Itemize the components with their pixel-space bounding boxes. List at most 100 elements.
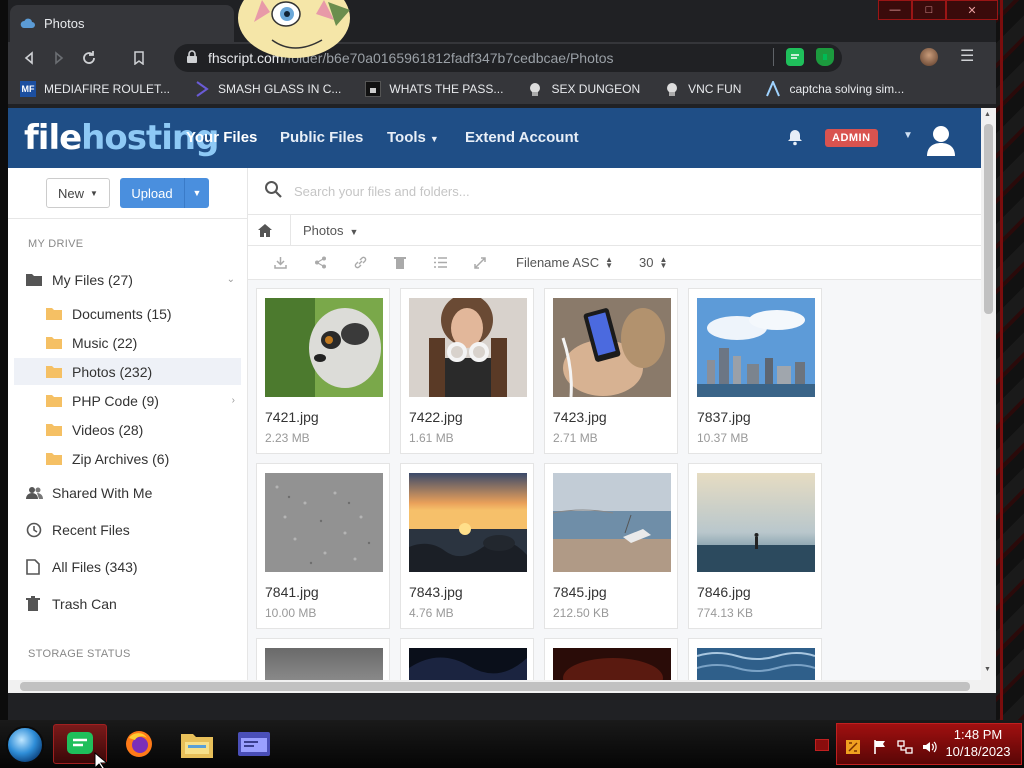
forward-icon[interactable] bbox=[44, 43, 74, 73]
file-thumbnail[interactable] bbox=[409, 648, 527, 680]
desktop-wallpaper bbox=[994, 0, 1024, 720]
sidebar-item-my-files[interactable]: My Files (27) ⌄ bbox=[14, 266, 241, 293]
sidebar-item-recent[interactable]: Recent Files bbox=[14, 516, 241, 543]
nav-extend-account[interactable]: Extend Account bbox=[465, 129, 579, 146]
taskbar-clock[interactable]: 1:48 PM 10/18/2023 bbox=[938, 726, 1018, 760]
folder-icon bbox=[46, 307, 66, 320]
bookmark-item[interactable]: SMASH GLASS IN C... bbox=[182, 81, 353, 97]
share-icon[interactable] bbox=[300, 256, 340, 269]
file-thumbnail[interactable] bbox=[265, 473, 383, 572]
network-icon[interactable] bbox=[897, 739, 913, 760]
delete-icon[interactable] bbox=[380, 256, 420, 269]
flag-icon[interactable] bbox=[873, 739, 887, 760]
chat-extension-icon[interactable] bbox=[786, 48, 804, 66]
sidebar-item-all-files[interactable]: All Files (343) bbox=[14, 553, 241, 580]
sort-select[interactable]: Filename ASC ▲ ▼ bbox=[516, 255, 613, 270]
maximize-button[interactable]: □ bbox=[912, 0, 946, 20]
file-thumbnail[interactable] bbox=[697, 648, 815, 680]
file-thumbnail[interactable] bbox=[697, 298, 815, 397]
file-card[interactable] bbox=[544, 638, 678, 680]
bookmark-item[interactable]: WHATS THE PASS... bbox=[353, 81, 515, 97]
sidebar-item-shared[interactable]: Shared With Me bbox=[14, 479, 241, 506]
new-button[interactable]: New ▼ bbox=[46, 178, 110, 208]
volume-icon[interactable] bbox=[921, 739, 937, 760]
minimize-button[interactable]: — bbox=[878, 0, 912, 20]
link-icon[interactable] bbox=[340, 256, 380, 269]
search-icon bbox=[264, 180, 282, 203]
file-thumbnail[interactable] bbox=[409, 473, 527, 572]
file-size: 4.76 MB bbox=[409, 606, 454, 620]
breadcrumb-current[interactable]: Photos ▼ bbox=[303, 223, 358, 238]
chevron-right-icon[interactable]: › bbox=[232, 395, 235, 406]
bookmark-item[interactable]: SEX DUNGEON bbox=[515, 81, 652, 97]
scroll-down-icon[interactable]: ▼ bbox=[984, 666, 991, 673]
shield-extension-icon[interactable] bbox=[816, 48, 834, 66]
scroll-up-icon[interactable]: ▲ bbox=[984, 111, 991, 118]
show-desktop-button[interactable] bbox=[815, 739, 829, 751]
close-button[interactable]: ✕ bbox=[946, 0, 998, 20]
file-card[interactable]: 7841.jpg 10.00 MB bbox=[256, 463, 390, 629]
back-icon[interactable] bbox=[14, 43, 44, 73]
bookmark-star-icon[interactable] bbox=[124, 43, 154, 73]
profile-avatar[interactable] bbox=[920, 48, 938, 66]
scroll-thumb[interactable] bbox=[984, 124, 993, 314]
file-thumbnail[interactable] bbox=[409, 298, 527, 397]
bookmark-item[interactable]: captcha solving sim... bbox=[753, 81, 916, 97]
sidebar-folder-photos[interactable]: Photos (232) bbox=[14, 358, 241, 385]
sidebar-folder-music[interactable]: Music (22) bbox=[14, 329, 241, 356]
file-card[interactable]: 7846.jpg 774.13 KB bbox=[688, 463, 822, 629]
upload-dropdown-caret-icon[interactable]: ▼ bbox=[184, 178, 209, 208]
bookmark-item[interactable]: VNC FUN bbox=[652, 81, 753, 97]
file-card[interactable] bbox=[256, 638, 390, 680]
search-input[interactable] bbox=[294, 183, 694, 199]
file-card[interactable]: 7837.jpg 10.37 MB bbox=[688, 288, 822, 454]
sidebar-folder-php-code[interactable]: PHP Code (9) › bbox=[14, 387, 241, 414]
sidebar-folder-zip-archives[interactable]: Zip Archives (6) bbox=[14, 445, 241, 472]
download-icon[interactable] bbox=[260, 256, 300, 269]
upload-button[interactable]: Upload ▼ bbox=[120, 178, 209, 208]
taskbar-app-window[interactable] bbox=[227, 724, 281, 764]
chevron-down-icon[interactable]: ⌄ bbox=[227, 274, 235, 285]
account-caret-icon[interactable]: ▼ bbox=[903, 130, 913, 141]
file-thumbnail[interactable] bbox=[265, 648, 383, 680]
file-thumbnail[interactable] bbox=[553, 298, 671, 397]
file-thumbnail[interactable] bbox=[265, 298, 383, 397]
file-thumbnail[interactable] bbox=[553, 648, 671, 680]
user-avatar-icon[interactable] bbox=[926, 124, 956, 161]
list-view-icon[interactable] bbox=[420, 257, 460, 268]
nav-your-files[interactable]: Your Files bbox=[186, 129, 257, 146]
file-size: 1.61 MB bbox=[409, 431, 454, 445]
file-card[interactable] bbox=[688, 638, 822, 680]
scroll-thumb[interactable] bbox=[20, 682, 970, 691]
browser-menu-icon[interactable]: ☰ bbox=[960, 46, 974, 66]
nav-public-files[interactable]: Public Files bbox=[280, 129, 363, 146]
sidebar-folder-videos[interactable]: Videos (28) bbox=[14, 416, 241, 443]
webpage: filehosting Your Files Public Files Tool… bbox=[8, 108, 981, 680]
tray-app-icon[interactable] bbox=[845, 739, 861, 760]
extension-icons bbox=[773, 48, 834, 66]
file-card[interactable] bbox=[400, 638, 534, 680]
vertical-scrollbar[interactable]: ▲ ▼ bbox=[981, 108, 996, 680]
horizontal-scrollbar[interactable] bbox=[8, 680, 996, 693]
home-icon[interactable] bbox=[258, 223, 280, 237]
caret-down-icon: ▼ bbox=[349, 226, 359, 237]
file-card[interactable]: 7423.jpg 2.71 MB bbox=[544, 288, 678, 454]
bell-icon[interactable] bbox=[786, 128, 804, 151]
start-button[interactable] bbox=[6, 726, 44, 764]
sidebar-item-trash[interactable]: Trash Can bbox=[14, 590, 241, 617]
per-page-select[interactable]: 30 ▲ ▼ bbox=[639, 255, 667, 270]
bookmark-item[interactable]: MF MEDIAFIRE ROULET... bbox=[8, 81, 182, 97]
sidebar-folder-documents[interactable]: Documents (15) bbox=[14, 300, 241, 327]
browser-tab[interactable]: Photos bbox=[10, 5, 234, 42]
file-card[interactable]: 7422.jpg 1.61 MB bbox=[400, 288, 534, 454]
file-thumbnail[interactable] bbox=[553, 473, 671, 572]
taskbar-file-explorer[interactable] bbox=[170, 724, 224, 764]
taskbar-firefox[interactable] bbox=[112, 724, 166, 764]
file-card[interactable]: 7845.jpg 212.50 KB bbox=[544, 463, 678, 629]
reload-icon[interactable] bbox=[74, 43, 104, 73]
file-card[interactable]: 7843.jpg 4.76 MB bbox=[400, 463, 534, 629]
nav-tools[interactable]: Tools ▼ bbox=[387, 129, 439, 146]
fullscreen-icon[interactable] bbox=[460, 256, 500, 269]
file-thumbnail[interactable] bbox=[697, 473, 815, 572]
file-card[interactable]: 7421.jpg 2.23 MB bbox=[256, 288, 390, 454]
